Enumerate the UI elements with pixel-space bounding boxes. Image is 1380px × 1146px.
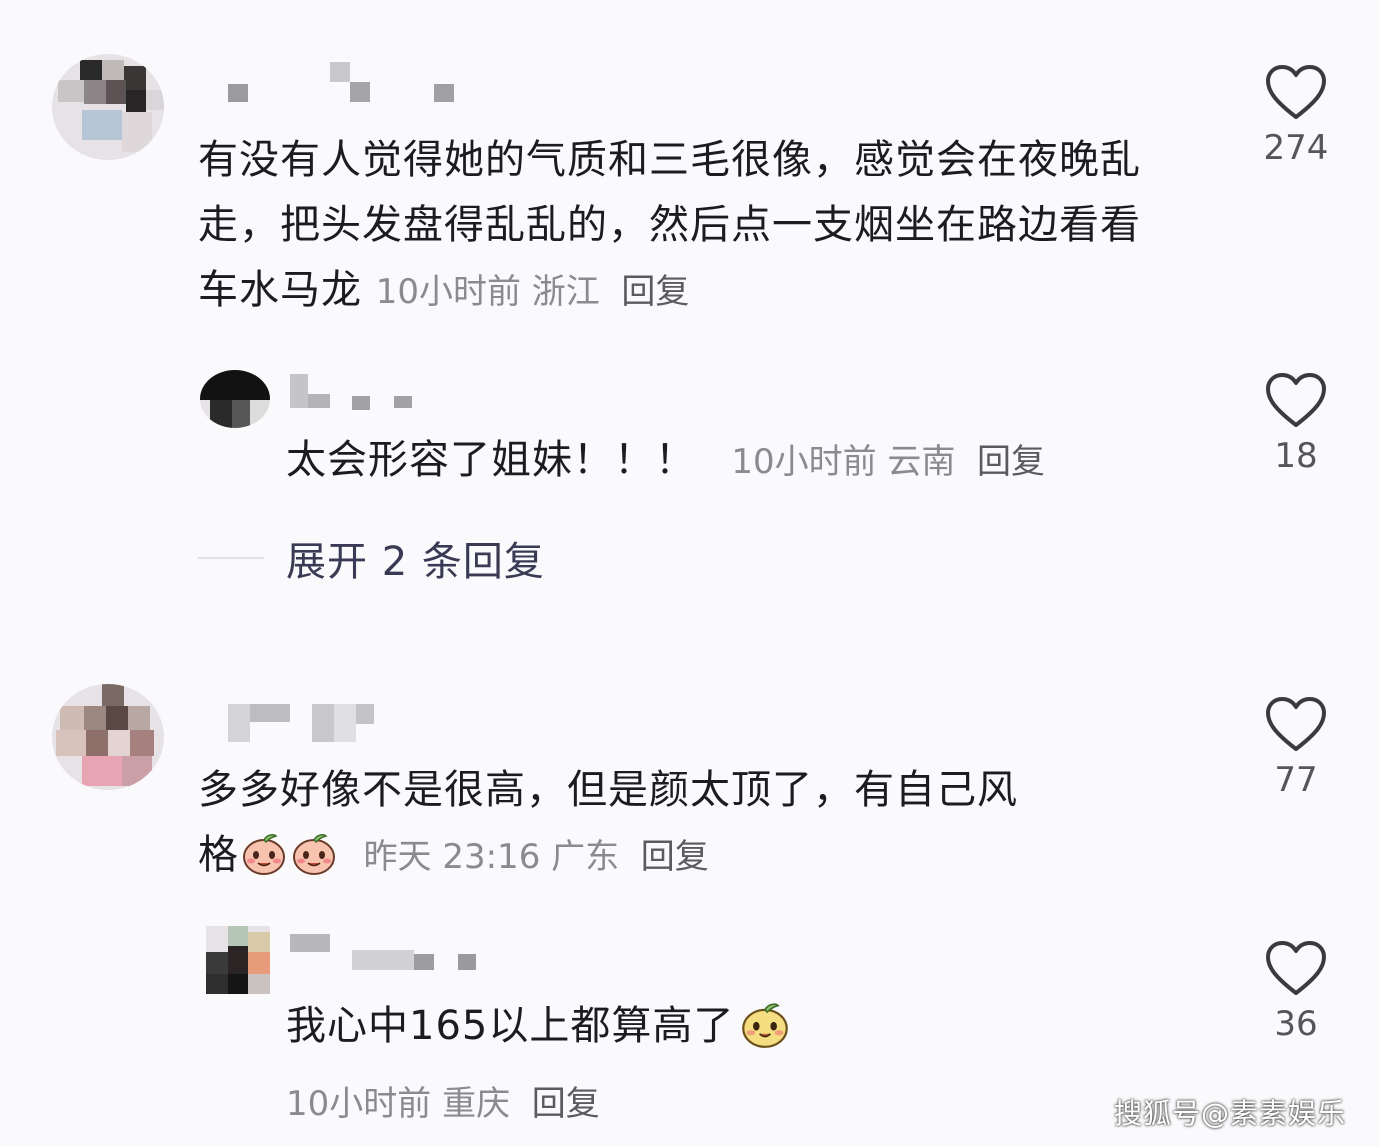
like-button[interactable]: 274 [1256,64,1336,168]
reply-text: 我心中165以上都算高了 [286,994,1186,1059]
commenter-name-redacted[interactable] [226,62,466,104]
reply-location: 重庆 [442,1084,511,1124]
comment-body-cont: 格 [198,832,239,878]
comment-time: 10小时前 [375,272,521,312]
like-button[interactable]: 77 [1256,696,1336,800]
reply-button[interactable]: 回复 [532,1084,600,1124]
reply-avatar[interactable] [200,370,270,428]
reply-avatar[interactable] [206,926,270,994]
reply-time: 10小时前 [286,1084,432,1124]
like-count: 274 [1263,128,1329,168]
heart-outline-icon [1266,941,1326,995]
comment-time: 昨天 23:16 [363,837,541,877]
reply-text: 太会形容了姐妹！！！ 10小时前 云南 回复 [286,428,1186,495]
like-button[interactable]: 36 [1256,940,1336,1044]
smiling-peach-emoji [742,1003,789,1048]
reply-body: 太会形容了姐妹！！！ [286,437,696,483]
like-count: 36 [1274,1004,1318,1044]
reply-name-redacted[interactable] [288,930,488,972]
like-count: 77 [1274,760,1318,800]
reply-button[interactable]: 回复 [641,837,709,877]
comment-text: 多多好像不是很高，但是颜太顶了，有自己风 格 昨天 23:16 广东 回复 [198,758,1188,890]
watermark: 搜狐号@素素娱乐 [1113,1097,1346,1130]
like-button[interactable]: 18 [1256,372,1336,476]
heart-outline-icon [1266,373,1326,427]
comment-location: 浙江 [531,272,600,312]
heart-outline-icon [1266,697,1326,751]
reply-meta: 10小时前 重庆 回复 [286,1070,1186,1137]
reply-location: 云南 [887,442,956,482]
smiling-peach-emoji [243,834,285,875]
reply-time: 10小时前 [731,442,877,482]
commenter-avatar[interactable] [52,54,164,160]
reply-button[interactable]: 回复 [977,442,1045,482]
reply-name-redacted[interactable] [290,374,420,412]
comment-body: 多多好像不是很高，但是颜太顶了，有自己风 [198,767,1018,813]
reply-body: 我心中165以上都算高了 [286,1003,735,1049]
comment-location: 广东 [551,837,620,877]
commenter-name-redacted[interactable] [226,704,386,744]
commenter-avatar[interactable] [52,684,164,790]
expand-replies-button[interactable]: 展开 2 条回复 [198,530,545,586]
reply-button[interactable]: 回复 [621,272,689,312]
expand-divider [198,557,264,559]
comment-text: 有没有人觉得她的气质和三毛很像，感觉会在夜晚乱走，把头发盘得乱乱的，然后点一支烟… [198,128,1178,325]
smiling-peach-emoji [293,834,335,875]
heart-outline-icon [1266,65,1326,119]
like-count: 18 [1274,436,1318,476]
expand-replies-label[interactable]: 展开 2 条回复 [286,529,545,587]
